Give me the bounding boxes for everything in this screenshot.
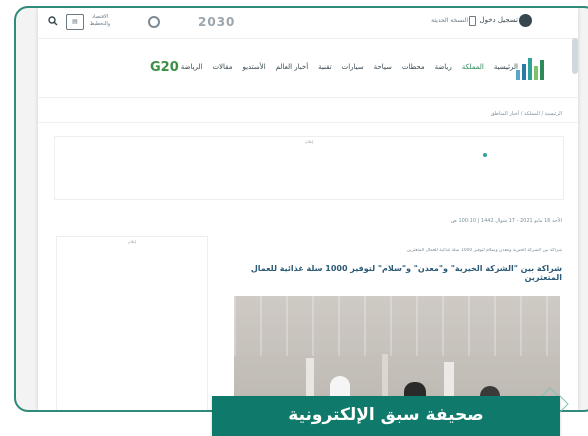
search-icon[interactable] bbox=[48, 16, 58, 26]
nav-item-tech[interactable]: تقنية bbox=[318, 63, 331, 71]
sidebar-ad-label: إعلان bbox=[127, 239, 137, 244]
nav-item-articles[interactable]: مقالات bbox=[212, 63, 232, 71]
web-page: ▤ الاقتصاد والتخطيط 2030 النسخة الحديثة … bbox=[38, 8, 578, 410]
nav-item-world[interactable]: أخبار العالم bbox=[276, 63, 309, 71]
caption-banner: صحيفة سبق الإلكترونية bbox=[212, 396, 560, 436]
ministry-logo: الاقتصاد والتخطيط bbox=[89, 14, 111, 27]
g20-logo: G20 bbox=[150, 60, 179, 75]
vision-2030-logo: 2030 bbox=[198, 15, 236, 29]
ad-label: إعلان bbox=[304, 139, 314, 144]
article-tags[interactable]: شراكة بين الشركة الخيرية ومعدن وسلام لتو… bbox=[242, 248, 562, 253]
nav-item-kingdom[interactable]: المملكة bbox=[462, 63, 484, 71]
top-bar: ▤ الاقتصاد والتخطيط 2030 النسخة الحديثة … bbox=[38, 8, 578, 39]
article-photo bbox=[234, 296, 560, 410]
sabq-logo-icon[interactable] bbox=[514, 54, 554, 80]
photo-background bbox=[234, 296, 560, 356]
edition-link[interactable]: النسخة الحديثة bbox=[431, 17, 468, 24]
sidebar-ad[interactable]: إعلان bbox=[56, 236, 208, 410]
main-nav: الرئيسية المملكة رياضة محطات سياحة سيارا… bbox=[181, 63, 518, 71]
nav-item-sport2[interactable]: الرياضة bbox=[181, 63, 203, 71]
ad-dot-icon bbox=[483, 153, 487, 157]
article-date: الأحد 16 مايو 2021 - 17 شوال 1442 | 100:… bbox=[450, 218, 562, 224]
nav-item-sports[interactable]: رياضة bbox=[435, 63, 452, 71]
circle-icon[interactable] bbox=[148, 16, 160, 28]
browser-frame: ▤ الاقتصاد والتخطيط 2030 النسخة الحديثة … bbox=[14, 6, 588, 412]
mobile-icon bbox=[469, 16, 476, 26]
nav-item-tourism[interactable]: سياحة bbox=[374, 63, 392, 71]
ad-banner[interactable]: إعلان bbox=[54, 136, 564, 200]
menu-icon[interactable]: ▤ bbox=[66, 14, 84, 30]
login-link[interactable]: تسجيل دخول bbox=[480, 16, 519, 24]
scrollbar-thumb[interactable] bbox=[572, 38, 578, 74]
article-headline: شراكة بين "الشركة الخيرية" و"معدن" و"سلا… bbox=[250, 264, 562, 282]
nav-item-stations[interactable]: محطات bbox=[402, 63, 425, 71]
nav-item-studio[interactable]: الأستديو bbox=[242, 63, 265, 71]
breadcrumb[interactable]: الرئيسية / المملكة / أخبار المناطق bbox=[38, 106, 578, 123]
nav-item-cars[interactable]: سيارات bbox=[342, 63, 364, 71]
nav-item-home[interactable]: الرئيسية bbox=[494, 63, 518, 71]
user-icon[interactable] bbox=[519, 14, 532, 27]
